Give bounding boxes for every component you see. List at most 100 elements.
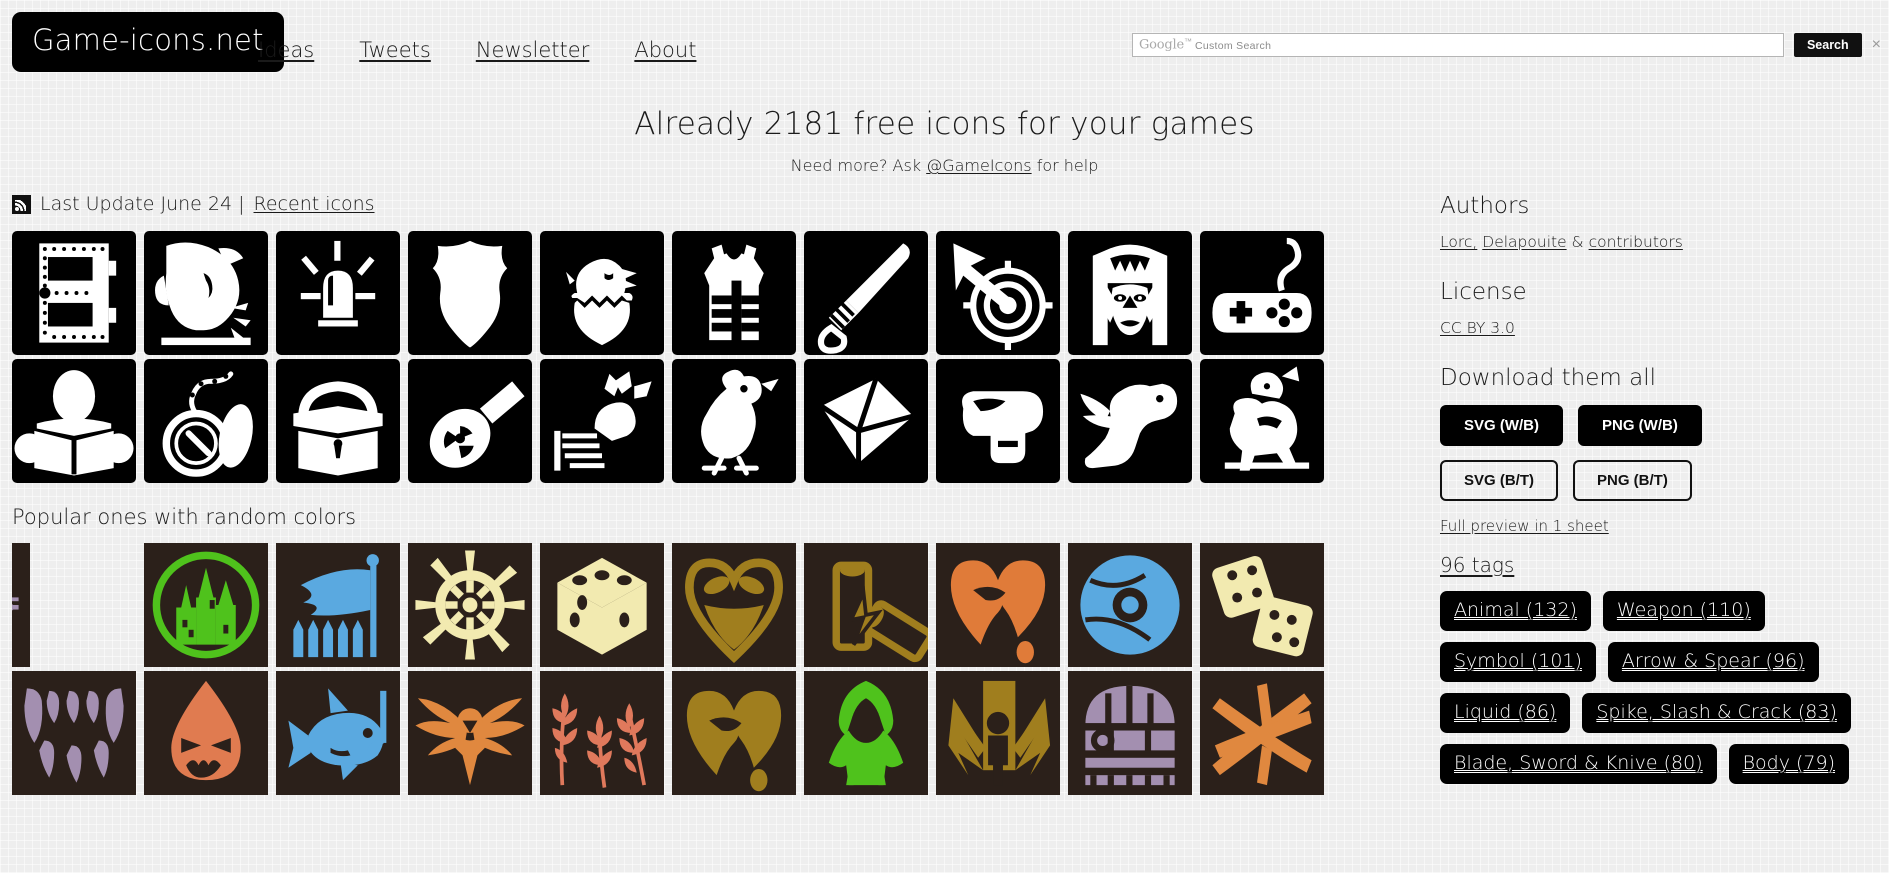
fangs-icon[interactable] xyxy=(12,671,136,795)
page-subtitle: Need more? Ask @GameIcons for help xyxy=(0,156,1889,175)
color-icon-grid xyxy=(12,543,1336,795)
tag-label: Weapon (110) xyxy=(1616,599,1751,621)
tag-animal-132[interactable]: Animal (132) xyxy=(1440,591,1591,631)
ship-wheel-icon[interactable] xyxy=(408,543,532,667)
icons-column: Last Update June 24 | Recent icons Popul… xyxy=(12,193,1324,795)
hatching-chick-icon-glyph xyxy=(566,258,637,346)
drained-heart-icon[interactable] xyxy=(672,671,796,795)
tag-symbol-101[interactable]: Symbol (101) xyxy=(1440,642,1596,682)
heart-bottle-icon-glyph xyxy=(685,558,783,664)
bone-fist-icon[interactable] xyxy=(540,359,664,483)
nav-link-about[interactable]: About xyxy=(634,38,696,62)
tag-label: Blade, Sword & Knive (80) xyxy=(1454,752,1703,774)
castle-icon[interactable] xyxy=(144,543,268,667)
nuclear-bomb-icon-glyph xyxy=(429,381,525,468)
tag-spike-slash-crack-83[interactable]: Spike, Slash & Crack (83) xyxy=(1582,693,1851,733)
top-header-bar: Game-icons.net Ideas Tweets Newsletter A… xyxy=(0,0,1889,86)
rss-icon[interactable] xyxy=(12,194,31,214)
wings-icon-glyph xyxy=(415,698,525,786)
vampire-face-icon[interactable] xyxy=(1068,231,1192,355)
hooded-cloak-icon[interactable] xyxy=(804,671,928,795)
compact-disc-icon[interactable] xyxy=(1068,543,1192,667)
sidebar: Authors Lorc, Delapouite & contributors … xyxy=(1440,193,1880,784)
wheat-icon-glyph xyxy=(552,693,647,788)
search-button[interactable]: Search xyxy=(1793,33,1862,57)
saddle-icon[interactable] xyxy=(936,359,1060,483)
dice-icon-glyph xyxy=(557,557,647,655)
folded-paper-icon[interactable] xyxy=(804,359,928,483)
subtitle-prefix: Need more? Ask xyxy=(790,156,927,175)
download-svg-wb-button[interactable]: SVG (W/B) xyxy=(1440,405,1563,446)
ship-wheel-icon-glyph xyxy=(415,550,525,660)
gamepad-icon[interactable] xyxy=(1200,231,1324,355)
full-preview-link[interactable]: Full preview in 1 sheet xyxy=(1440,517,1880,535)
authors-heading: Authors xyxy=(1440,193,1530,219)
search-input[interactable]: Google™ Custom Search xyxy=(1131,33,1784,57)
pegasus-icon[interactable] xyxy=(1068,359,1192,483)
download-png-bt-button[interactable]: PNG (B/T) xyxy=(1573,460,1692,501)
close-icon[interactable]: × xyxy=(1872,37,1881,53)
author-link-contributors[interactable]: contributors xyxy=(1589,233,1683,251)
tag-body-79[interactable]: Body (79) xyxy=(1728,744,1850,784)
police-badge-icon[interactable] xyxy=(408,231,532,355)
hooded-cloak-icon-glyph xyxy=(828,680,904,786)
tag-weapon-110[interactable]: Weapon (110) xyxy=(1602,591,1765,631)
download-svg-bt-button[interactable]: SVG (B/T) xyxy=(1440,460,1558,501)
wings-icon[interactable] xyxy=(408,671,532,795)
siren-light-icon-glyph xyxy=(300,240,376,327)
download-png-wb-button[interactable]: PNG (W/B) xyxy=(1578,405,1702,446)
boar-snout-icon[interactable] xyxy=(144,231,268,355)
download-row-wb: SVG (W/B) PNG (W/B) xyxy=(1440,405,1880,446)
bleeding-heart-icon[interactable] xyxy=(936,543,1060,667)
castle-icon-glyph xyxy=(152,551,260,659)
nav-link-ideas[interactable]: Ideas xyxy=(258,38,314,62)
recent-icons-link[interactable]: Recent icons xyxy=(254,193,375,215)
page-title: Already 2181 free icons for your games xyxy=(634,106,1255,142)
pocket-watch-icon[interactable] xyxy=(144,359,268,483)
clipped-tile-icon[interactable] xyxy=(12,543,30,667)
flag-spears-icon[interactable] xyxy=(276,543,400,667)
pegasus-icon-glyph xyxy=(1080,383,1178,469)
nuclear-bomb-icon[interactable] xyxy=(408,359,532,483)
author-link-lorc[interactable]: Lorc, xyxy=(1440,233,1477,251)
search-placeholder: Google™ Custom Search xyxy=(1139,37,1271,53)
nav-link-tweets[interactable]: Tweets xyxy=(359,38,431,62)
tags-count-link[interactable]: 96 tags xyxy=(1440,553,1514,577)
dice-icon[interactable] xyxy=(540,543,664,667)
bulletproof-vest-icon[interactable] xyxy=(672,231,796,355)
chicken-icon-glyph xyxy=(701,369,779,476)
twitter-handle-link[interactable]: @GameIcons xyxy=(926,156,1031,175)
hatching-chick-icon[interactable] xyxy=(540,231,664,355)
impaled-person-icon[interactable] xyxy=(936,671,1060,795)
treasure-chest-icon[interactable] xyxy=(276,359,400,483)
crossed-sticks-icon[interactable] xyxy=(1200,671,1324,795)
download-heading: Download them all xyxy=(1440,365,1656,391)
trademark-symbol: ™ xyxy=(1183,37,1192,47)
knight-horse-icon[interactable] xyxy=(1200,359,1324,483)
tag-label: Body (79) xyxy=(1742,752,1836,774)
wooden-door-icon[interactable] xyxy=(1068,671,1192,795)
heart-bottle-icon[interactable] xyxy=(672,543,796,667)
site-logo[interactable]: Game-icons.net xyxy=(12,12,284,72)
chicken-icon[interactable] xyxy=(672,359,796,483)
metal-door-icon[interactable] xyxy=(12,231,136,355)
batteries-icon[interactable] xyxy=(804,543,928,667)
arrow-on-target-icon-glyph xyxy=(953,243,1053,351)
author-link-delapouite[interactable]: Delapouite xyxy=(1482,233,1566,251)
license-link[interactable]: CC BY 3.0 xyxy=(1440,319,1515,337)
shark-hook-icon[interactable] xyxy=(276,671,400,795)
tag-liquid-86[interactable]: Liquid (86) xyxy=(1440,693,1571,733)
siren-light-icon[interactable] xyxy=(276,231,400,355)
tag-list: Animal (132) Weapon (110) Symbol (101) Arro… xyxy=(1440,591,1880,784)
dice-pair-icon[interactable] xyxy=(1200,543,1324,667)
tag-label: Arrow & Spear (96) xyxy=(1621,650,1805,672)
tag-blade-sword-knive-80[interactable]: Blade, Sword & Knive (80) xyxy=(1440,744,1717,784)
tag-arrow-spear-96[interactable]: Arrow & Spear (96) xyxy=(1607,642,1819,682)
evil-drop-icon[interactable] xyxy=(144,671,268,795)
wheat-icon[interactable] xyxy=(540,671,664,795)
baseball-bat-icon[interactable] xyxy=(804,231,928,355)
arrow-on-target-icon[interactable] xyxy=(936,231,1060,355)
reading-person-icon[interactable] xyxy=(12,359,136,483)
license-value: CC BY 3.0 xyxy=(1440,319,1880,337)
nav-link-newsletter[interactable]: Newsletter xyxy=(476,38,590,62)
